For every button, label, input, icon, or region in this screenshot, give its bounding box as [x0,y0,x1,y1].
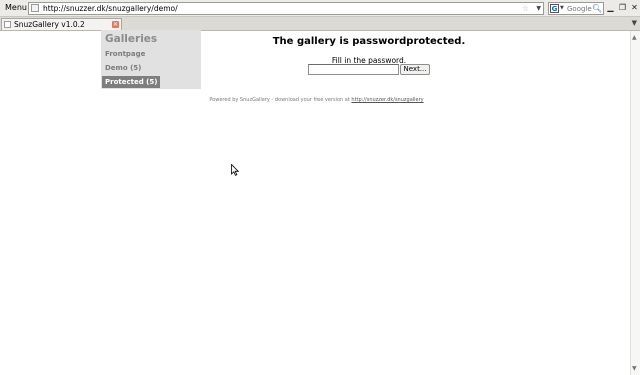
page-content [0,31,640,375]
tab-bar: SnuzGallery v1.0.2 ✕ ▼ [0,17,640,31]
tab-favicon-icon [4,21,11,28]
magnifier-icon[interactable]: 🔍︎ [592,3,602,14]
tab-title: SnuzGallery v1.0.2 [14,20,85,29]
tab-snuzgallery[interactable]: SnuzGallery v1.0.2 ✕ [1,18,122,30]
google-icon[interactable]: G [550,4,559,13]
restore-icon[interactable]: ❐ [618,3,627,13]
footer-link[interactable]: http://snuzzer.dk/snuzgallery [351,97,423,103]
search-input[interactable] [567,3,593,14]
chevron-down-icon[interactable]: ▼ [536,3,541,14]
tab-list-chevron-icon[interactable]: ▼ [632,17,637,30]
engine-dropdown-icon[interactable]: ▼ [560,3,564,14]
menu-label: Menu [5,3,27,12]
footer: Powered by SnuzGallery - download your f… [160,97,473,103]
scroll-down-icon[interactable]: ▼ [632,365,637,372]
scroll-up-icon[interactable]: ▲ [632,34,637,41]
star-icon[interactable]: ☆ [522,3,529,14]
sidebar-item-frontpage[interactable]: Frontpage [104,48,146,60]
mouse-cursor-icon [231,164,239,176]
password-field[interactable] [308,64,399,75]
url-text[interactable]: http://snuzzer.dk/snuzgallery/demo/ [43,3,178,14]
close-icon[interactable]: ✕ [630,3,639,13]
address-bar[interactable]: http://snuzzer.dk/snuzgallery/demo/ ☆ ▼ [28,2,544,15]
footer-text: Powered by SnuzGallery - download your f… [209,97,350,103]
page-heading: The gallery is passwordprotected. [272,36,466,47]
sidebar-item-demo[interactable]: Demo (5) [104,62,142,74]
tab-close-icon[interactable]: ✕ [112,21,119,28]
minimize-icon[interactable]: ▁ [606,3,615,13]
browser-toolbar: Menu http://snuzzer.dk/snuzgallery/demo/… [0,0,640,17]
sidebar-item-protected[interactable]: Protected (5) [102,76,161,88]
sidebar-title: Galleries [105,33,158,45]
next-button[interactable]: Next... [400,64,430,75]
vertical-scrollbar[interactable]: ▲ ▼ [630,31,640,375]
menu-button[interactable]: Menu [3,2,29,14]
search-box[interactable]: G ▼ 🔍︎ [548,2,604,15]
galleries-sidebar: Galleries Frontpage Demo (5) Protected (… [101,30,201,89]
page-favicon-icon [31,4,39,12]
